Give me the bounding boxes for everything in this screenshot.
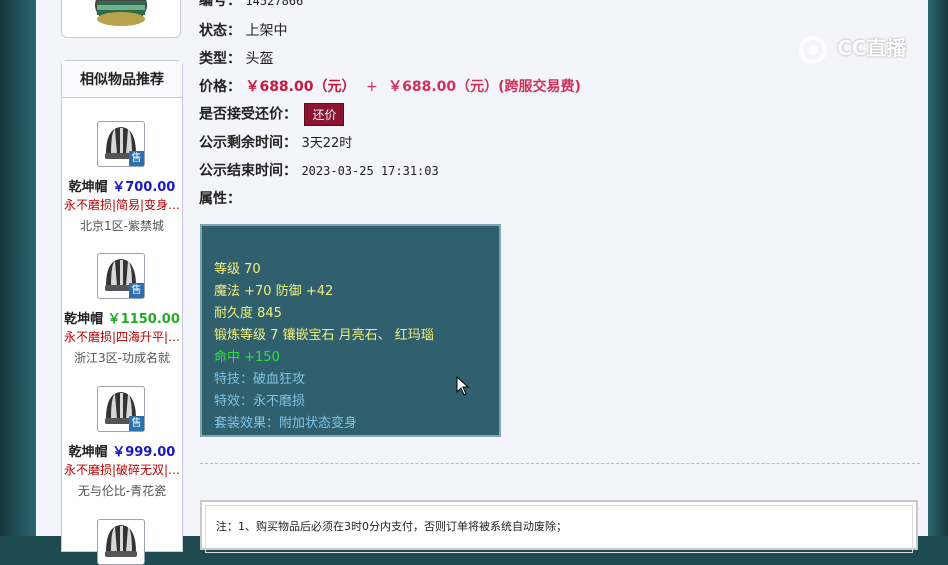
end-time-label: 公示结束时间： bbox=[199, 163, 297, 179]
type-label: 类型： bbox=[199, 51, 241, 67]
item-tags[interactable]: 永不磨损|破碎无双|… bbox=[62, 461, 182, 478]
sale-badge: 售 bbox=[129, 283, 144, 298]
cross-server-fee: ￥688.00（元）(跨服交易费) bbox=[388, 79, 581, 95]
mouse-cursor-icon bbox=[456, 376, 470, 396]
status-label: 状态： bbox=[199, 23, 241, 39]
sidebar-title: 相似物品推荐 bbox=[62, 61, 182, 98]
item-server: 北京1区-紫禁城 bbox=[80, 219, 164, 233]
type-value: 头盔 bbox=[245, 51, 274, 67]
item-thumbnail[interactable]: 售 bbox=[97, 386, 145, 432]
counter-offer-button[interactable]: 还价 bbox=[304, 103, 345, 126]
item-server: 无与伦比-青花瓷 bbox=[77, 484, 167, 498]
attr-row: 属性： bbox=[199, 188, 241, 208]
helmet-icon bbox=[95, 0, 147, 26]
remain-label: 公示剩余时间： bbox=[199, 135, 297, 151]
item-title[interactable]: 乾坤帽 ￥1150.00 bbox=[62, 308, 182, 327]
attr-line: 特技：破血狂攻 bbox=[214, 372, 306, 387]
remain-value: 3天22时 bbox=[301, 136, 353, 151]
bargain-label: 是否接受还价： bbox=[199, 106, 297, 123]
item-thumbnail[interactable] bbox=[97, 519, 145, 565]
price-plus: + bbox=[365, 79, 378, 95]
stream-watermark: CC直播 bbox=[796, 32, 906, 65]
attr-line: 套装效果：附加状态变身 bbox=[214, 416, 358, 431]
status-value: 上架中 bbox=[245, 23, 288, 39]
attr-line: 耐久度 845 bbox=[214, 306, 282, 321]
item-price: ￥700.00 bbox=[112, 180, 176, 195]
attributes-label: 属性： bbox=[199, 191, 241, 207]
attr-line: 特效：永不磨损 bbox=[214, 394, 306, 409]
item-tags[interactable]: 永不磨损|四海升平|… bbox=[62, 328, 182, 345]
item-name[interactable]: 乾坤帽 bbox=[69, 180, 108, 195]
attr-line: 魔法 +70 防御 +42 bbox=[214, 284, 334, 299]
cc-logo-icon bbox=[799, 35, 827, 64]
notice-box: 注：1、购买物品后必须在3时0分内支付，否则订单将被系统自动废除； bbox=[200, 500, 918, 553]
right-backdrop bbox=[928, 0, 948, 536]
item-image bbox=[61, 0, 181, 38]
left-backdrop bbox=[0, 0, 36, 536]
section-divider bbox=[200, 463, 920, 464]
attr-line: 锻炼等级 7 镶嵌宝石 月亮石、 红玛瑙 bbox=[214, 328, 434, 343]
end-time-value: 2023-03-25 17:31:03 bbox=[301, 164, 439, 178]
item-thumbnail[interactable]: 售 bbox=[97, 253, 145, 299]
price-value: ￥688.00（元） bbox=[245, 79, 356, 95]
item-tags[interactable]: 永不磨损|简易|变身… bbox=[62, 196, 182, 213]
item-id-label: 编号： bbox=[199, 0, 241, 9]
sale-badge: 售 bbox=[129, 151, 144, 166]
price-label: 价格： bbox=[199, 79, 241, 95]
helmet-icon bbox=[105, 525, 137, 557]
item-name[interactable]: 乾坤帽 bbox=[64, 312, 103, 327]
sale-badge: 售 bbox=[129, 416, 144, 431]
bargain-row: 是否接受还价： 还价 bbox=[199, 103, 345, 126]
type-row: 类型： 头盔 bbox=[199, 48, 273, 68]
item-title[interactable]: 乾坤帽 ￥999.00 bbox=[62, 441, 182, 460]
watermark-text: CC直播 bbox=[836, 36, 907, 60]
item-id-row: 编号： 14527866 bbox=[199, 0, 303, 10]
similar-items-sidebar: 相似物品推荐 售 乾坤帽 ￥700.00 永不磨损|简易|变身… 北京1区-紫禁… bbox=[61, 60, 183, 565]
price-row: 价格： ￥688.00（元） + ￥688.00（元）(跨服交易费) bbox=[199, 76, 581, 96]
attr-line: 等级 70 bbox=[214, 262, 261, 277]
notice-text: 注：1、购买物品后必须在3时0分内支付，否则订单将被系统自动废除； bbox=[205, 505, 913, 553]
item-price: ￥999.00 bbox=[112, 445, 176, 460]
item-title[interactable]: 乾坤帽 ￥700.00 bbox=[62, 176, 182, 195]
item-id-value: 14527866 bbox=[245, 0, 304, 8]
remain-row: 公示剩余时间： 3天22时 bbox=[199, 132, 352, 152]
item-price: ￥1150.00 bbox=[107, 312, 180, 327]
status-row: 状态： 上架中 bbox=[199, 20, 287, 40]
item-thumbnail[interactable]: 售 bbox=[97, 121, 145, 167]
item-server: 浙江3区-功成名就 bbox=[74, 351, 170, 365]
attributes-panel: 等级 70 魔法 +70 防御 +42 耐久度 845 锻炼等级 7 镶嵌宝石 … bbox=[200, 224, 501, 437]
item-name[interactable]: 乾坤帽 bbox=[69, 445, 108, 460]
end-time-row: 公示结束时间： 2023-03-25 17:31:03 bbox=[199, 160, 439, 180]
attr-line: 命中 +150 bbox=[214, 350, 280, 365]
